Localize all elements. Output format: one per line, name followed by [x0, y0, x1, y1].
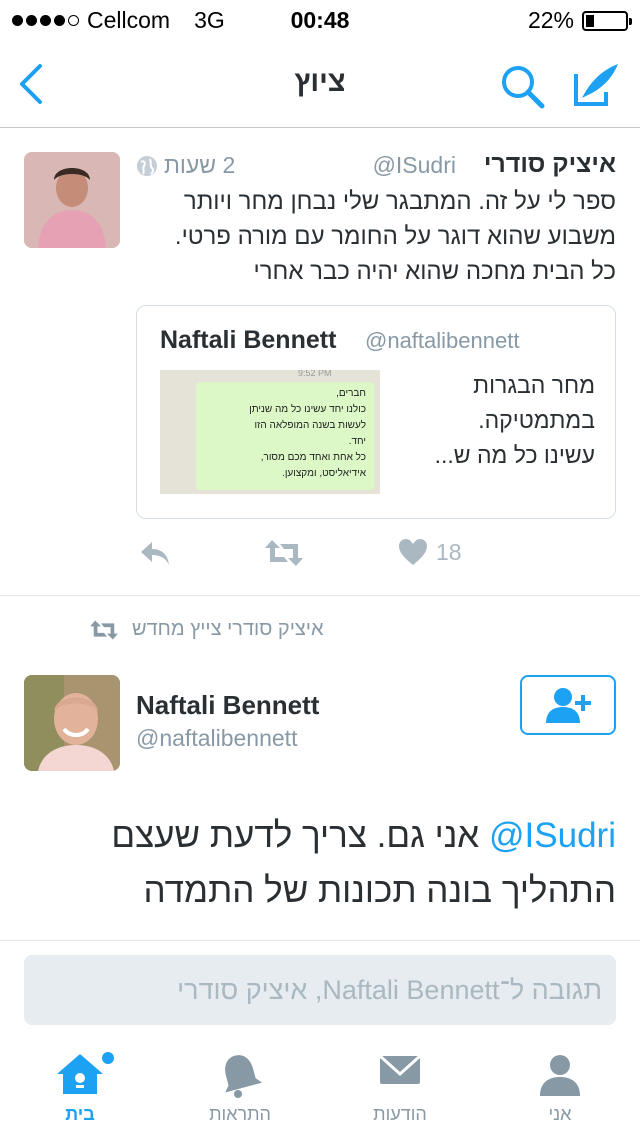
- avatar[interactable]: [24, 152, 120, 248]
- tweet-text-line: @ISudri אני גם. צריך לדעת שעצם: [24, 808, 616, 863]
- user-photo-icon: [24, 675, 120, 771]
- chat-line: כולנו יחד עשינו כל מה שניתן: [249, 404, 366, 415]
- quoted-text-line: מחר הבגרות: [473, 372, 595, 398]
- quoted-author-handle: @naftalibennett: [365, 328, 520, 353]
- retweet-icon: [90, 619, 118, 640]
- reply-bar: [0, 940, 640, 1036]
- chat-line: יחד.: [348, 436, 366, 447]
- tweet-text-line: משבוע שהוא דוגר על החומר עם מורה פרטי.: [174, 223, 616, 250]
- chat-line: כל אחת ואחד מכם מסור,: [260, 452, 366, 463]
- author-name[interactable]: Naftali Bennett: [136, 690, 319, 721]
- tab-label: התראות: [209, 1104, 271, 1124]
- author-handle[interactable]: @naftalibennett: [136, 725, 297, 752]
- author-name[interactable]: איציק סודרי: [484, 150, 616, 179]
- retweet-icon: [265, 540, 303, 566]
- tweet-time: 2 שעות: [136, 152, 235, 179]
- add-user-icon: [546, 688, 591, 723]
- tweet-text-segment: אני גם. צריך לדעת שעצם: [111, 816, 480, 855]
- envelope-icon: [378, 1054, 422, 1084]
- tab-label: בית: [65, 1104, 95, 1124]
- tweet-text: ספר לי על זה. המתבגר שלי נבחן מחר ויותר …: [120, 184, 616, 289]
- tab-home[interactable]: בית: [0, 1036, 160, 1136]
- timestamp: 2 שעות: [164, 152, 236, 178]
- chat-line: לעשות בשנה המופלאה הזו: [254, 420, 366, 431]
- tab-label: אני: [548, 1104, 572, 1124]
- image-timestamp: 9:52 PM: [298, 370, 332, 378]
- bell-icon: [225, 1055, 262, 1098]
- tweet-text-line: התהליך בונה תכונות של התמדה: [143, 871, 616, 910]
- chat-line: אידיאליסט, ומקצוען.: [282, 468, 366, 479]
- battery-icon: [582, 10, 632, 31]
- quoted-text-line: במתמטיקה.: [478, 407, 595, 433]
- avatar[interactable]: [24, 675, 120, 771]
- globe-icon: [137, 155, 157, 176]
- user-photo-icon: [24, 152, 120, 248]
- mention-link[interactable]: @ISudri: [489, 816, 616, 855]
- tab-bar: בית התראות הודעות אני: [0, 1036, 640, 1136]
- quoted-text-line: עשינו כל מה ש...: [434, 442, 595, 468]
- quoted-text: מחר הבגרות במתמטיקה. עשינו כל מה ש...: [395, 368, 595, 473]
- reply-icon: [141, 542, 169, 565]
- reply-input[interactable]: [24, 955, 616, 1025]
- heart-icon: [399, 539, 427, 565]
- tweet-header: איציק סודרי @ISudri 2 שעות: [136, 150, 616, 184]
- tweet-text-line: כל הבית מחכה שהוא יהיה כבר אחרי: [253, 258, 617, 285]
- like-count: 18: [436, 538, 462, 565]
- chat-line: חברים,: [336, 388, 366, 399]
- tab-label: הודעות: [373, 1104, 427, 1124]
- tab-notifications[interactable]: התראות: [160, 1036, 320, 1136]
- tab-messages[interactable]: הודעות: [320, 1036, 480, 1136]
- status-right: 22%: [527, 7, 632, 34]
- person-icon: [540, 1055, 580, 1096]
- follow-button[interactable]: [520, 675, 616, 735]
- quoted-image[interactable]: 9:52 PM חברים, כולנו יחד עשינו כל מה שני…: [160, 370, 380, 494]
- battery-percent: 22%: [527, 7, 574, 33]
- unread-dot: [102, 1052, 114, 1064]
- search-button[interactable]: [498, 62, 546, 110]
- navigation-bar: ציוץ: [0, 40, 640, 128]
- quoted-author-name: Naftali Bennett: [160, 326, 337, 354]
- reply-button[interactable]: [138, 538, 172, 568]
- tweet-text-line: ספר לי על זה. המתבגר שלי נבחן מחר ויותר: [183, 188, 616, 215]
- quoted-tweet[interactable]: Naftali Bennett @naftalibennett 9:52 PM …: [136, 305, 616, 519]
- chat-bubble: חברים, כולנו יחד עשינו כל מה שניתן לעשות…: [196, 382, 374, 490]
- retweet-note-text[interactable]: איציק סודרי צייץ מחדש: [132, 618, 324, 641]
- home-icon: [57, 1054, 103, 1094]
- like-button[interactable]: 18: [398, 538, 462, 566]
- compose-tweet-button[interactable]: [572, 60, 622, 110]
- author-handle[interactable]: @ISudri: [373, 152, 456, 179]
- tweet-text: @ISudri אני גם. צריך לדעת שעצם התהליך בו…: [24, 808, 616, 918]
- status-bar: Cellcom 3G 00:48 22%: [0, 0, 640, 40]
- search-icon: [502, 66, 545, 109]
- retweet-button[interactable]: [264, 538, 304, 568]
- retweeted-by: איציק סודרי צייץ מחדש: [88, 618, 324, 641]
- tweet-actions: 18: [136, 538, 616, 578]
- tab-me[interactable]: אני: [480, 1036, 640, 1136]
- tweet[interactable]: איציק סודרי @ISudri 2 שעות ספר לי על זה.…: [0, 128, 640, 596]
- compose-quill-icon: [574, 64, 618, 106]
